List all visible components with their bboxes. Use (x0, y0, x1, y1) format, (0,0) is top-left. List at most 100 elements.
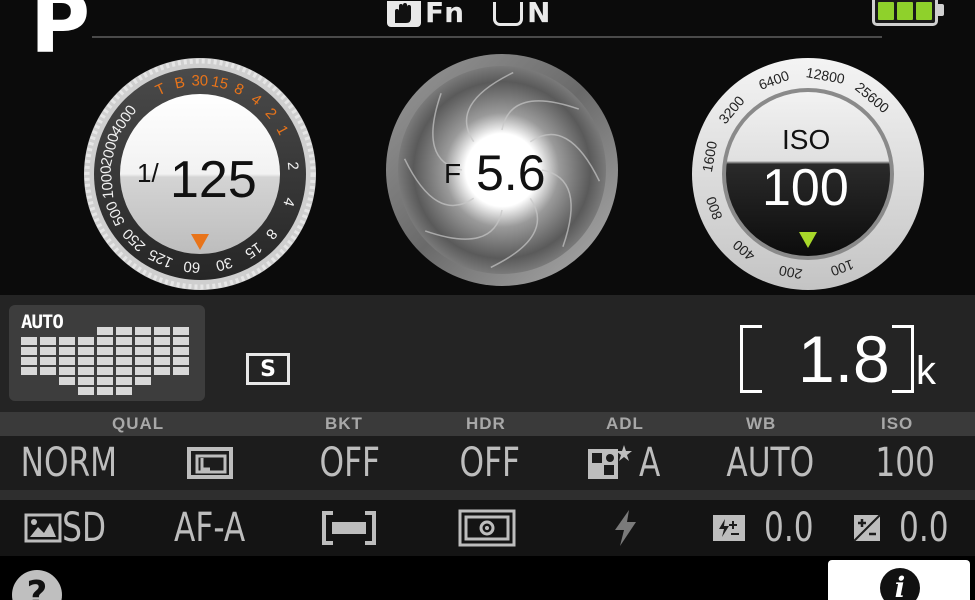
info-icon: i (880, 568, 920, 600)
af-area-label: AUTO (21, 311, 64, 333)
af-point (21, 357, 37, 365)
header-qual: QUAL (112, 414, 165, 433)
flash-compensation[interactable]: 0.0 (710, 500, 822, 556)
iso-dial[interactable]: 25600 12800 6400 3200 1600 800 400 200 100 ISO 1… (690, 56, 926, 292)
af-point (40, 367, 56, 375)
focus-mode[interactable]: AF-A (155, 500, 265, 556)
remaining-shots: 1.8 k (740, 323, 960, 395)
header-iso: ISO (881, 414, 914, 433)
af-point (116, 387, 132, 395)
af-point (173, 327, 189, 335)
af-point (173, 357, 189, 365)
af-point (116, 367, 132, 375)
af-point (135, 377, 151, 385)
white-balance[interactable]: AUTO (710, 436, 830, 490)
image-quality-value: NORM (20, 440, 118, 486)
shutter-scale-label: 1000 (97, 165, 117, 200)
n-label: N (527, 0, 551, 29)
info-button[interactable]: i (828, 560, 970, 600)
hand-icon (387, 1, 421, 27)
aperture-value: 5.6 (476, 145, 546, 201)
image-quality[interactable]: NORM (14, 436, 124, 490)
auto-area-af-icon (322, 511, 376, 545)
af-point (173, 347, 189, 355)
iso-value: 100 (762, 159, 849, 217)
af-point (97, 367, 113, 375)
af-point (135, 357, 151, 365)
divider (92, 36, 882, 38)
af-point (78, 367, 94, 375)
af-area-mode-setting[interactable] (318, 500, 380, 556)
battery-cell (878, 2, 894, 20)
af-point (116, 337, 132, 345)
adl-value: A (639, 440, 661, 486)
iso-label: ISO (782, 124, 831, 155)
header-wb: WB (746, 414, 777, 433)
help-button[interactable]: ? (12, 570, 62, 600)
n-assignment: N (493, 0, 550, 28)
af-point (40, 337, 56, 345)
metering[interactable] (455, 500, 519, 556)
af-point (154, 347, 170, 355)
exposure-compensation-value: 0.0 (899, 505, 949, 551)
af-point (97, 357, 113, 365)
af-point (116, 357, 132, 365)
fn-label: Fn (425, 0, 465, 29)
status-bar: P Fn N (0, 0, 975, 66)
exposure-compensation[interactable]: 0.0 (848, 500, 960, 556)
af-point (116, 377, 132, 385)
af-point (59, 367, 75, 375)
flash-icon (615, 510, 636, 546)
af-point (154, 367, 170, 375)
flash-mode[interactable] (600, 500, 650, 556)
af-point (135, 327, 151, 335)
af-point (21, 337, 37, 345)
shutter-scale-label: 60 (183, 257, 201, 275)
image-size[interactable] (180, 436, 240, 490)
af-point (78, 387, 94, 395)
bracketing[interactable]: OFF (300, 436, 400, 490)
adl-icon (588, 445, 633, 479)
shutter-speed-dial[interactable]: T B 30 15 8 4 2 1 4000 2000 1000 500 250 125 60 30 15 8 4 2… (82, 56, 318, 292)
battery-cell (897, 2, 913, 20)
af-point (59, 377, 75, 385)
camera-info-screen: P Fn N T B 30 15 8 4 2 1 4000 2000 1000 … (0, 0, 975, 600)
af-point (21, 347, 37, 355)
image-area-badge: S (246, 353, 290, 385)
shutter-scale-label: 30 (191, 72, 208, 89)
af-point (78, 357, 94, 365)
iso-sensitivity[interactable]: 100 (860, 436, 950, 490)
bottom-bar: ? i (0, 556, 975, 600)
af-point (59, 357, 75, 365)
fn-button-assignment: Fn (387, 0, 464, 28)
af-point (59, 347, 75, 355)
af-point (97, 387, 113, 395)
af-point (78, 337, 94, 345)
af-point (116, 347, 132, 355)
bracketing-value: OFF (319, 440, 381, 486)
picture-control[interactable]: SD (20, 500, 116, 556)
picture-control-value: SD (62, 505, 106, 551)
af-point (97, 377, 113, 385)
shutter-scale-label: 15 (210, 73, 230, 93)
af-point (116, 327, 132, 335)
settings-header: QUAL BKT HDR ADL WB ISO (0, 412, 975, 436)
header-bkt: BKT (325, 414, 363, 433)
battery-icon (872, 0, 944, 26)
af-area-mode[interactable]: AUTO (9, 305, 205, 401)
hdr-value: OFF (459, 440, 521, 486)
af-point (78, 377, 94, 385)
focus-mode-value: AF-A (174, 505, 246, 551)
active-d-lighting[interactable]: A (570, 436, 680, 490)
hdr[interactable]: OFF (440, 436, 540, 490)
af-point (78, 347, 94, 355)
aperture-dial[interactable]: F 5.6 (384, 52, 620, 288)
af-point (135, 367, 151, 375)
card-slot-icon (493, 2, 523, 26)
matrix-metering-icon (458, 509, 516, 547)
header-adl: ADL (606, 414, 644, 433)
exposure-compensation-icon (853, 514, 881, 542)
af-point (97, 327, 113, 335)
shutter-value: 125 (170, 151, 257, 209)
image-size-large-icon (187, 447, 233, 479)
